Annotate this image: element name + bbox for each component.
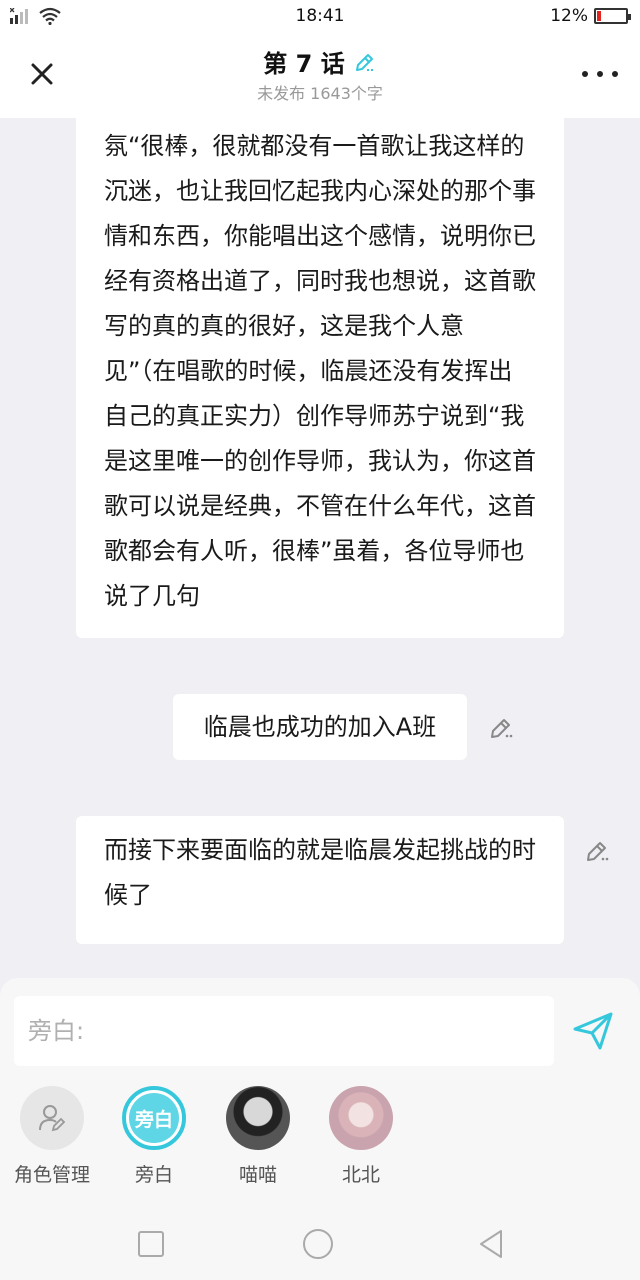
role-beibei[interactable]: 北北 (309, 1086, 413, 1187)
role-label: 角色管理 (13, 1164, 90, 1186)
role-narrator[interactable]: 旁白 旁白 (102, 1086, 206, 1187)
status-icons-right: 12% (550, 6, 631, 26)
message-list[interactable]: 氛“很棒，很就都没有一首歌让我这样的沉迷，也让我回忆起我内心深处的那个事情和东西… (0, 118, 640, 978)
more-options-icon[interactable] (582, 64, 618, 84)
role-label: 北北 (341, 1164, 380, 1186)
message-text: 氛“很棒，很就都没有一首歌让我这样的沉迷，也让我回忆起我内心深处的那个事情和东西… (104, 132, 536, 610)
battery-icon (594, 8, 631, 24)
role-manage[interactable]: 角色管理 (0, 1086, 104, 1187)
message-bubble[interactable]: 临晨也成功的加入A班 (173, 694, 467, 760)
message-bubble[interactable]: 氛“很棒，很就都没有一首歌让我这样的沉迷，也让我回忆起我内心深处的那个事情和东西… (76, 118, 564, 638)
message-input[interactable] (14, 996, 554, 1066)
role-selector: 角色管理 旁白 旁白 喵喵 北北 (0, 1086, 640, 1196)
role-manage-avatar (20, 1086, 84, 1150)
header: 第 7 话 未发布 1643个字 (0, 34, 640, 118)
chapter-title: 第 7 话 (263, 50, 345, 78)
recent-apps-icon[interactable] (135, 1228, 167, 1260)
narrator-avatar-text: 旁白 (129, 1093, 179, 1143)
edit-message-icon[interactable] (488, 715, 514, 741)
avatar (329, 1086, 393, 1150)
message-text: 而接下来要面临的就是临晨发起挑战的时候了 (104, 836, 536, 909)
message-bubble[interactable]: 而接下来要面临的就是临晨发起挑战的时候了 (76, 816, 564, 944)
status-bar: 18:41 12% (0, 0, 640, 34)
battery-percent: 12% (550, 6, 588, 26)
chapter-status: 未发布 1643个字 (257, 84, 383, 103)
edit-title-icon[interactable] (353, 50, 377, 74)
system-nav-bar (0, 1210, 640, 1280)
battery-level (597, 11, 601, 21)
role-label: 喵喵 (238, 1164, 277, 1186)
role-narrator-avatar: 旁白 (122, 1086, 186, 1150)
role-label: 旁白 (134, 1164, 173, 1186)
status-time: 18:41 (295, 6, 345, 26)
message-text: 临晨也成功的加入A班 (203, 713, 437, 741)
avatar (226, 1086, 290, 1150)
back-icon[interactable] (475, 1228, 507, 1260)
role-manage-icon (39, 1105, 66, 1132)
send-icon[interactable] (572, 1010, 614, 1052)
title-row: 第 7 话 (0, 44, 640, 79)
edit-message-icon[interactable] (584, 838, 610, 864)
role-miaomiao[interactable]: 喵喵 (206, 1086, 310, 1187)
home-icon[interactable] (302, 1228, 334, 1260)
